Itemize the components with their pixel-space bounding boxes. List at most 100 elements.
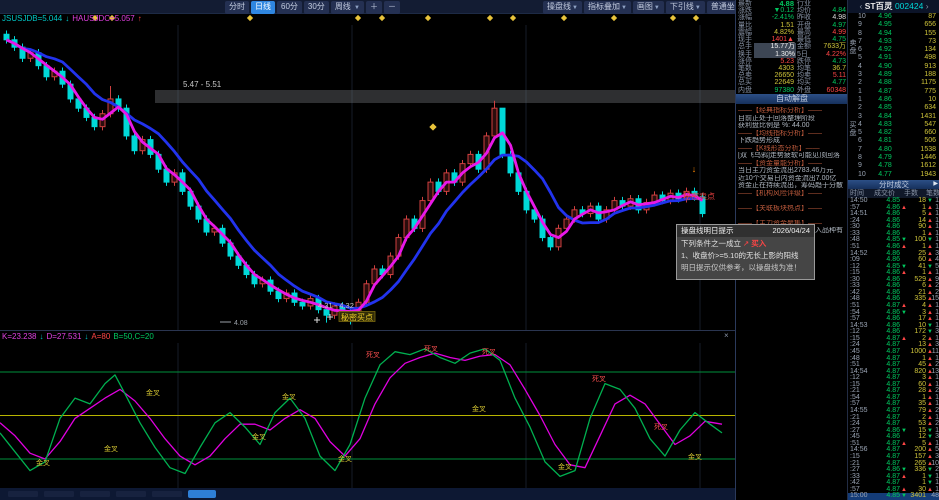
main-candlestick-chart[interactable]: ↓ 5.47 - 5.51 4.31 - 4.32 4.08 秘密买点 秘密卖点: [0, 13, 735, 330]
order-book-row[interactable]: 8 4.94 155: [848, 30, 939, 38]
indicator-token: D=27.531: [46, 332, 82, 341]
order-book-row[interactable]: 1 4.87 775: [848, 88, 939, 96]
order-book-row[interactable]: 3 4.89 188: [848, 71, 939, 79]
svg-text:4.08: 4.08: [234, 320, 248, 327]
order-book-row[interactable]: 5 4.82 660: [848, 129, 939, 137]
svg-text:金叉: 金叉: [688, 452, 702, 461]
quote-row: 涨停 5.23 跌停 4.73: [738, 57, 846, 65]
quote-row: 最新 4.88 行业: [738, 0, 811, 8]
interp-text: 获利盘比例是 %: 44.00: [738, 122, 810, 129]
interp-text: 下跌趋势形成: [738, 137, 780, 144]
auto-interpret-title: 自动解盘: [736, 94, 848, 104]
svg-text:死叉: 死叉: [482, 348, 496, 356]
popup-condition-header: 下列条件之一成立 ↗ 买入: [677, 237, 814, 249]
close-icon[interactable]: ×: [724, 331, 729, 340]
popup-line1: 下列条件之一成立: [681, 239, 741, 248]
quote-row: 震幅 4.82% 最高 4.99: [738, 28, 846, 36]
trade-list-title: 分时成交 ▶: [848, 180, 939, 189]
bottom-bar: [0, 488, 735, 500]
buy-action-label: 买入: [751, 239, 767, 248]
quote-row: 内盘 97380 外盘 60348: [738, 86, 846, 94]
order-book-row[interactable]: 10 4.77 1943: [848, 171, 939, 179]
stock-name: ST百灵: [864, 1, 893, 11]
expand-icon[interactable]: ▶: [933, 180, 938, 189]
svg-text:金叉: 金叉: [558, 462, 572, 471]
interp-heading: ——【机构风险评级】——: [738, 189, 822, 197]
svg-text:金叉: 金叉: [338, 454, 352, 463]
stock-code: 002424: [894, 1, 924, 11]
quote-row: 换手 1.30% 5日 4.22%: [738, 50, 846, 58]
bottom-bar-item[interactable]: [8, 491, 38, 497]
order-book-row[interactable]: 4 4.90 913: [848, 63, 939, 71]
order-book-row[interactable]: 6 4.92 134: [848, 46, 939, 54]
quote-panel: 最新 4.88 行业 涨跌 ▼0.12 均价 4.84 涨幅 -2.41% 昨收 …: [735, 0, 848, 94]
chart-toolbar: 分时日线60分30分周线 ▼＋－ 操盘线▼指标叠加▼画图▼下引线▼普通坐标▼叠加…: [0, 0, 900, 14]
svg-text:金叉: 金叉: [472, 404, 486, 413]
candlestick-canvas[interactable]: ↓ 5.47 - 5.51 4.31 - 4.32 4.08 秘密买点 秘密卖点: [0, 13, 735, 330]
quote-row: 总手 15.77万 金额 7633万: [738, 43, 846, 51]
bottom-bar-item[interactable]: [116, 491, 146, 497]
bottom-bar-item[interactable]: [80, 491, 110, 497]
svg-text:5.47 - 5.51: 5.47 - 5.51: [183, 80, 222, 89]
svg-text:金叉: 金叉: [146, 388, 160, 397]
order-book-row[interactable]: 3 4.84 1431: [848, 113, 939, 121]
popup-condition-text: 1、收盘价>=5.10的无长上影的阳线: [681, 251, 799, 260]
order-book-row[interactable]: 4 4.83 547: [848, 121, 939, 129]
order-book-row[interactable]: 7 4.93 73: [848, 38, 939, 46]
order-book-row[interactable]: 9 4.78 1612: [848, 162, 939, 170]
chevron-down-icon: ▼: [653, 5, 660, 11]
auto-interpret-panel: 自动解盘 ——【经典指标分析】—— 目前正处于回落整理阶段 获利盘比例是 %: 44…: [735, 94, 848, 500]
quote-row: 涨跌 ▼0.12 均价 4.84: [738, 7, 846, 15]
prev-stock-icon[interactable]: ‹: [859, 1, 862, 11]
trade-list-title-text: 分时成交: [879, 180, 909, 189]
svg-text:死叉: 死叉: [366, 351, 380, 359]
chevron-down-icon: ▼: [694, 5, 701, 11]
trade-col-2: 手数: [904, 190, 918, 197]
indicator-token: HAUSJDC=5.057: [72, 14, 135, 23]
order-book-row[interactable]: 8 4.79 1446: [848, 154, 939, 162]
trading-app-window: 分时日线60分30分周线 ▼＋－ 操盘线▼指标叠加▼画图▼下引线▼普通坐标▼叠加…: [0, 0, 939, 500]
interp-text: [736, 212, 848, 220]
interp-heading: ——【K线形态分析】——: [738, 144, 820, 152]
order-book-row[interactable]: 2 4.85 634: [848, 104, 939, 112]
order-book-row[interactable]: 1 4.86 10: [848, 96, 939, 104]
indicator-token: ↓: [84, 332, 89, 341]
chevron-down-icon: ▼: [572, 5, 578, 11]
trade-list-rows: 14:50 4.85 18 ▼ 1:57 4.86 ▲ 1 ▲ 1 14:51 4.86 5 ▲ 1:24 4…: [848, 197, 939, 500]
interp-heading: ——【关联板块热点】——: [738, 204, 822, 212]
bottom-bar-button[interactable]: [188, 490, 216, 498]
order-book-row[interactable]: 10 4.96 87: [848, 13, 939, 21]
trade-row: 15:00 4.85 ▼ 3401 48: [848, 492, 939, 500]
svg-text:秘密卖点: 秘密卖点: [683, 191, 715, 201]
main-indicator-readout: JSUSJDB=5.044 ↓ HAUSJDC=5.057 ↑: [2, 14, 145, 23]
sell-side-label: 卖盘: [849, 40, 857, 55]
bottom-bar-item[interactable]: [152, 491, 182, 497]
order-book-header: ‹ ST百灵 002424 ›: [848, 0, 939, 13]
order-book-row[interactable]: 6 4.81 506: [848, 137, 939, 145]
indicator-token: A=80: [91, 332, 111, 341]
chevron-down-icon: ▼: [354, 5, 360, 11]
up-arrow-icon: ↗: [743, 239, 750, 248]
auto-interpret-lines: ——【经典指标分析】—— 目前正处于回落整理阶段 获利盘比例是 %: 44.00 ——…: [736, 104, 848, 235]
interp-text: 当日主力资金流出2783.46万元: [738, 167, 834, 174]
interp-heading: ——【经典指标分析】——: [738, 107, 822, 114]
indicator-token: B=50,C=20: [113, 332, 154, 341]
popup-disclaimer: 明日提示仅供参考，以操盘线为准！: [681, 263, 801, 272]
bottom-bar-item[interactable]: [44, 491, 74, 497]
oscillator-chart[interactable]: 金叉 金叉 金叉 金叉 金叉 金叉 金叉 金叉 金叉 死叉 死叉 死叉 死叉 死叉: [0, 330, 735, 489]
order-book-row[interactable]: 2 4.88 1175: [848, 79, 939, 87]
trade-list-panel: 分时成交 ▶ 时间 成交价 手数 笔数 14:50 4.85 18 ▼ 1:57 4.86 ▲ 1 ▲…: [847, 180, 939, 500]
next-stock-icon[interactable]: ›: [926, 1, 929, 11]
order-book-row[interactable]: 5 4.91 498: [848, 54, 939, 62]
popup-title: 操盘线明日提示: [681, 226, 734, 235]
interp-text: 资金正在持续流出，筹码趋于分散: [738, 182, 843, 189]
svg-text:4.31 - 4.32: 4.31 - 4.32: [318, 301, 354, 310]
order-book-row[interactable]: 9 4.95 656: [848, 21, 939, 29]
indicator-token: ↓: [39, 332, 44, 341]
popup-date: 2026/04/24: [772, 226, 810, 235]
signal-popup[interactable]: 操盘线明日提示 2026/04/24 下列条件之一成立 ↗ 买入 1、收盘价>=5.…: [676, 224, 815, 280]
oscillator-canvas[interactable]: 金叉金叉金叉金叉金叉金叉金叉金叉金叉死叉死叉 死叉死叉死叉: [0, 331, 735, 489]
order-book-row[interactable]: 7 4.80 1538: [848, 146, 939, 154]
svg-text:死叉: 死叉: [424, 345, 438, 353]
svg-text:↓: ↓: [692, 164, 697, 174]
